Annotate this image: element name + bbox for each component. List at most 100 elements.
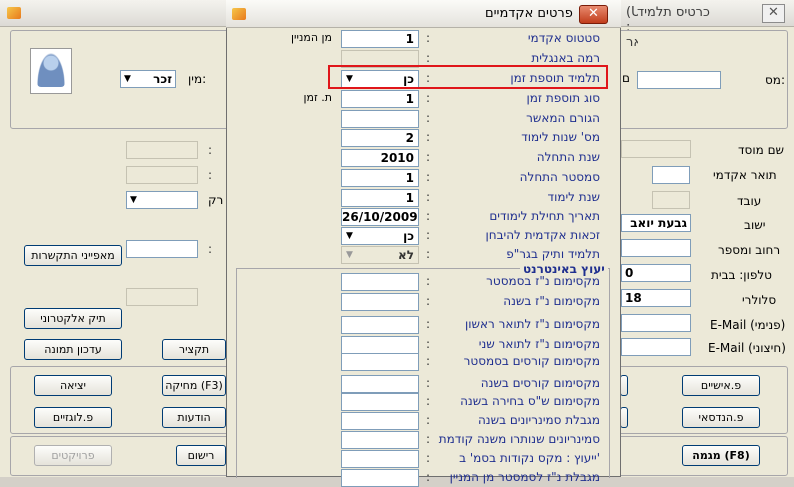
dialog-row-colon: : [426, 209, 431, 223]
institution-name-label: שם מוסד [738, 143, 785, 157]
dialog-row-value: 2 [405, 131, 414, 145]
dialog-row-label: תאריך תחילת לימודים [489, 209, 600, 223]
left-field-2[interactable] [126, 166, 198, 184]
summary-button[interactable]: תקציר [162, 339, 226, 360]
name-label: שם [622, 71, 630, 85]
electronic-file-button[interactable]: תיק אלקטרוני [24, 308, 122, 329]
academic-degree-label: תואר אקדמי [713, 168, 777, 182]
dialog-row-select[interactable]: ▼ כן [341, 227, 419, 245]
dialog-row-input[interactable]: 2 [341, 129, 419, 147]
internet-advice-group [236, 268, 610, 478]
highlight-box [328, 65, 608, 89]
dialog-row-value: לא [398, 248, 414, 262]
id-label: מס: [765, 73, 785, 87]
left-colon-2: : [208, 168, 213, 182]
dialog-row-input[interactable] [341, 110, 419, 128]
dialog-row-colon: : [426, 150, 431, 164]
chevron-down-icon: ▼ [346, 231, 353, 241]
dialog-row-value: 1 [405, 171, 414, 185]
close-icon[interactable]: ✕ [762, 4, 785, 23]
dialog-row-select[interactable]: ▼ לא [341, 246, 419, 264]
institution-name-field[interactable] [621, 140, 691, 158]
hidden-button-2[interactable] [620, 407, 628, 428]
close-icon[interactable]: ✕ [579, 5, 608, 24]
email-internal-field[interactable] [621, 314, 691, 332]
personal-button[interactable]: פ.אישיים [682, 375, 760, 396]
chevron-down-icon: ▼ [124, 74, 131, 84]
phone-home-label: טלפון: בבית [711, 268, 772, 282]
dialog-row-label: הגורם המאשר [526, 111, 600, 125]
dialog-row-colon: : [426, 111, 431, 125]
dialog-row-extra: ת. זמן [303, 91, 333, 104]
messages-button[interactable]: הודעות [162, 407, 226, 428]
dialog-row-label: רמה באנגלית [531, 51, 600, 65]
left-field-5[interactable] [126, 288, 198, 306]
user-icon [37, 53, 65, 87]
dialog-row-label: סטטוס אקדמי [527, 31, 600, 45]
worker-label: עובד [737, 194, 762, 208]
dialog-row-value: 1 [405, 191, 414, 205]
dialog-row-value: 1 [405, 92, 414, 106]
dialog-row-colon: : [426, 91, 431, 105]
dialog-row-colon: : [426, 51, 431, 65]
hidden-button-1[interactable] [620, 375, 628, 396]
dialog-app-icon [232, 8, 246, 20]
schedules-button[interactable]: פ.לוגזיים [34, 407, 112, 428]
communication-characteristics-button[interactable]: מאפייני התקשרות [24, 245, 122, 266]
left-colon-1: : [208, 143, 213, 157]
settlement-label: ישוב [744, 218, 766, 232]
id-field[interactable] [637, 71, 721, 89]
street-number-field[interactable] [621, 239, 691, 257]
left-field-4[interactable] [126, 240, 198, 258]
dialog-row-label: סוג תוספת זמן [526, 91, 600, 105]
left-select-3[interactable]: ▼ [126, 191, 198, 209]
app-icon [7, 7, 21, 19]
worker-field[interactable] [652, 191, 690, 209]
settlement-field[interactable]: גבעת יואב [621, 214, 691, 232]
dialog-row-value: 2010 [380, 151, 414, 165]
exit-button[interactable]: יציאה [34, 375, 112, 396]
email-internal-label: E-Mail (פנימי) [710, 318, 786, 332]
update-image-button[interactable]: עדכון תמונה [24, 339, 122, 360]
dialog-row-value: כן [403, 229, 414, 243]
dialog-row-input[interactable]: 1 [341, 169, 419, 187]
dialog-row-label: סמסטר התחלה [519, 170, 600, 184]
gender-label: מין: [188, 72, 207, 86]
dialog-row-colon: : [426, 190, 431, 204]
dialog-row-input[interactable]: 26/10/2009 [341, 208, 419, 226]
left-colon-4: : [208, 242, 213, 256]
dialog-title: פרטים אקדמיים [485, 6, 573, 21]
chevron-down-icon: ▼ [346, 250, 353, 260]
gender-value: זכר [153, 72, 172, 86]
projects-button[interactable]: פרויקטים [34, 445, 112, 466]
dialog-row-value: 1 [405, 32, 414, 46]
chevron-down-icon: ▼ [130, 195, 137, 205]
street-number-label: רחוב ומספר [718, 243, 781, 257]
avatar[interactable] [30, 48, 72, 94]
gender-select[interactable]: ▼ זכר [120, 70, 176, 88]
dialog-row-input[interactable]: 1 [341, 30, 419, 48]
dialog-row-label: מס' שנות לימוד [521, 130, 600, 144]
cellular-field[interactable]: 18 [621, 289, 691, 307]
dialog-row-label: זכאות אקדמית להיבחן [485, 228, 600, 242]
academic-degree-field[interactable] [652, 166, 690, 184]
phone-home-field[interactable]: 0 [621, 264, 691, 282]
dialog-row-colon: : [426, 31, 431, 45]
dialog-row-input[interactable]: 1 [341, 189, 419, 207]
delete-button[interactable]: מחיקה (F3) [162, 375, 226, 396]
major-button[interactable]: מגמה (F8) [682, 445, 760, 466]
dialog-row-label: תלמיד ותיק בגר"פ [506, 247, 600, 261]
engineering-button[interactable]: פ.הנדסאי [682, 407, 760, 428]
registration-button[interactable]: רישום [176, 445, 226, 466]
dialog-row-value: 26/10/2009 [342, 210, 418, 224]
dialog-row-colon: : [426, 170, 431, 184]
internet-advice-title: יעוץ באינטרנט [520, 262, 608, 276]
dialog-row-input[interactable]: 1 [341, 90, 419, 108]
left-field-1[interactable] [126, 141, 198, 159]
dialog-row-label: שנת לימוד [547, 190, 600, 204]
email-external-label: E-Mail (חיצוני) [708, 341, 786, 355]
left-label-3: רק [208, 193, 224, 207]
student-card-title: כרטיס תלמיד [637, 5, 710, 20]
email-external-field[interactable] [621, 338, 691, 356]
dialog-row-input[interactable]: 2010 [341, 149, 419, 167]
